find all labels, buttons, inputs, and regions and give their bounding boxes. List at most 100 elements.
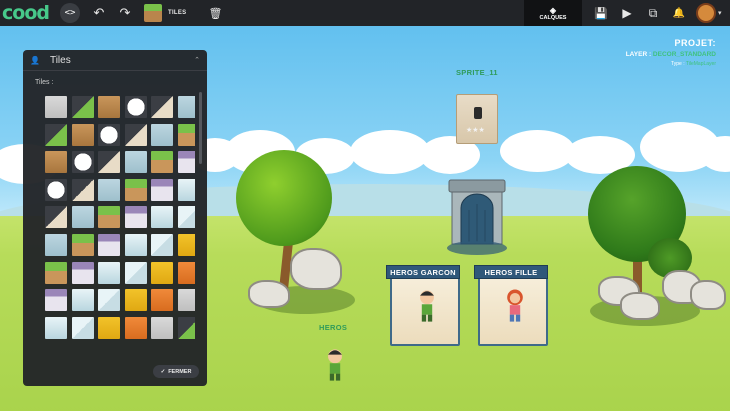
tile-swatch[interactable]: [151, 178, 174, 201]
tile-swatch[interactable]: [98, 178, 121, 201]
tile-swatch[interactable]: [71, 178, 94, 201]
tile-swatch[interactable]: [71, 289, 94, 312]
tile-swatch[interactable]: [124, 96, 147, 118]
tile-swatch[interactable]: [177, 178, 195, 201]
tile-swatch[interactable]: [45, 151, 67, 174]
door-sprite[interactable]: [447, 178, 507, 256]
hero-boy-banner: HEROS GARCON: [386, 265, 460, 279]
close-button[interactable]: ✓ FERMER: [153, 365, 199, 378]
tile-swatch[interactable]: [177, 233, 195, 256]
tile-swatch[interactable]: [45, 178, 67, 201]
tile-swatch[interactable]: [124, 316, 147, 339]
tile-swatch[interactable]: [45, 96, 67, 118]
tile-swatch[interactable]: [151, 96, 174, 118]
logo[interactable]: cood: [2, 2, 50, 24]
sprite-label: SPRITE_11: [456, 68, 498, 77]
tile-swatch[interactable]: [177, 96, 195, 118]
tile-swatch[interactable]: [151, 206, 174, 229]
lantern-icon: [474, 107, 482, 119]
tile-swatch[interactable]: [177, 316, 195, 339]
bell-icon[interactable]: 🔔: [666, 0, 692, 26]
tiles-panel: 👤 Tiles ⌃ Tiles : ✓ FERMER: [23, 50, 207, 386]
tile-swatch[interactable]: [71, 151, 94, 174]
tile-swatch[interactable]: [71, 261, 94, 284]
tile-swatch[interactable]: [124, 289, 147, 312]
tile-swatch[interactable]: [151, 289, 174, 312]
tile-swatch[interactable]: [98, 96, 121, 118]
tile-thumbnail[interactable]: [143, 4, 162, 22]
tile-swatch[interactable]: [98, 233, 121, 256]
user-icon: 👤: [30, 55, 40, 65]
stars-icon: ★★★: [466, 126, 485, 134]
right-toolbar: 💾 ▶ ⧉ 🔔 ▾: [588, 0, 722, 26]
tile-swatch[interactable]: [98, 316, 121, 339]
type-info: Type : TileMapLayer: [670, 61, 716, 67]
tile-swatch[interactable]: [151, 261, 174, 284]
tile-swatch[interactable]: [124, 261, 147, 284]
tile-swatch[interactable]: [98, 123, 121, 146]
check-icon: ✓: [160, 368, 166, 375]
tile-swatch[interactable]: [71, 123, 94, 146]
tile-swatch[interactable]: [98, 206, 121, 229]
rock: [290, 248, 342, 290]
cloud: [350, 130, 430, 174]
tile-swatch[interactable]: [151, 151, 174, 174]
chevron-down-icon[interactable]: ▾: [718, 9, 722, 17]
rock: [620, 292, 660, 320]
tile-swatch[interactable]: [71, 206, 94, 229]
hero-boy-card[interactable]: [390, 272, 460, 346]
tile-swatch[interactable]: [45, 233, 67, 256]
tile-swatch[interactable]: [124, 206, 147, 229]
tile-swatch[interactable]: [151, 233, 174, 256]
tile-swatch[interactable]: [151, 123, 174, 146]
rock: [248, 280, 290, 308]
avatar[interactable]: [696, 3, 716, 23]
tile-swatch[interactable]: [124, 178, 147, 201]
tile-swatch[interactable]: [177, 261, 195, 284]
code-button[interactable]: <>: [59, 3, 80, 23]
tile-swatch[interactable]: [71, 316, 94, 339]
tile-swatch[interactable]: [177, 151, 195, 174]
export-icon[interactable]: ⧉: [640, 0, 666, 26]
scrollbar[interactable]: [199, 92, 202, 164]
tile-swatch[interactable]: [124, 151, 147, 174]
collapse-icon[interactable]: ⌃: [194, 56, 200, 64]
tile-swatch[interactable]: [151, 316, 174, 339]
sprite-11[interactable]: ★★★: [456, 94, 498, 144]
tile-swatch[interactable]: [177, 206, 195, 229]
save-icon[interactable]: 💾: [588, 0, 614, 26]
tiles-panel-header: 👤 Tiles ⌃: [23, 50, 207, 71]
tile-swatch[interactable]: [45, 261, 67, 284]
cloud: [500, 130, 575, 172]
tile-swatch[interactable]: [124, 233, 147, 256]
layer-value: DECOR_STANDARD: [652, 51, 716, 58]
tiles-subtitle: Tiles :: [35, 79, 54, 86]
redo-button[interactable]: ↷: [112, 0, 138, 26]
delete-button[interactable]: 🗑: [203, 0, 229, 26]
hero-sprite[interactable]: [322, 346, 348, 384]
tile-swatch[interactable]: [177, 123, 195, 146]
type-value: TileMapLayer: [685, 61, 716, 67]
tile-swatch[interactable]: [98, 261, 121, 284]
tile-swatch[interactable]: [124, 123, 147, 146]
hero-boy-sprite: [420, 290, 434, 322]
hero-girl-card[interactable]: [478, 272, 548, 346]
tiles-grid: [45, 96, 195, 360]
play-icon[interactable]: ▶: [614, 0, 640, 26]
tile-swatch[interactable]: [98, 151, 121, 174]
tile-swatch[interactable]: [71, 96, 94, 118]
undo-button[interactable]: ↶: [86, 0, 112, 26]
project-info: PROJET: LAYER : DECOR_STANDARD Type : Ti…: [626, 38, 716, 67]
tile-swatch[interactable]: [177, 289, 195, 312]
tile-swatch[interactable]: [45, 123, 67, 146]
tile-swatch[interactable]: [45, 289, 67, 312]
tile-swatch[interactable]: [45, 316, 67, 339]
tiles-label[interactable]: TILES: [168, 10, 187, 16]
hero-girl-sprite: [507, 289, 523, 322]
tile-swatch[interactable]: [45, 206, 67, 229]
layers-button[interactable]: ◈ CALQUES: [524, 0, 582, 26]
tile-swatch[interactable]: [98, 289, 121, 312]
tile-swatch[interactable]: [71, 233, 94, 256]
tiles-panel-title: Tiles: [49, 54, 71, 66]
tree-left: [236, 150, 332, 246]
